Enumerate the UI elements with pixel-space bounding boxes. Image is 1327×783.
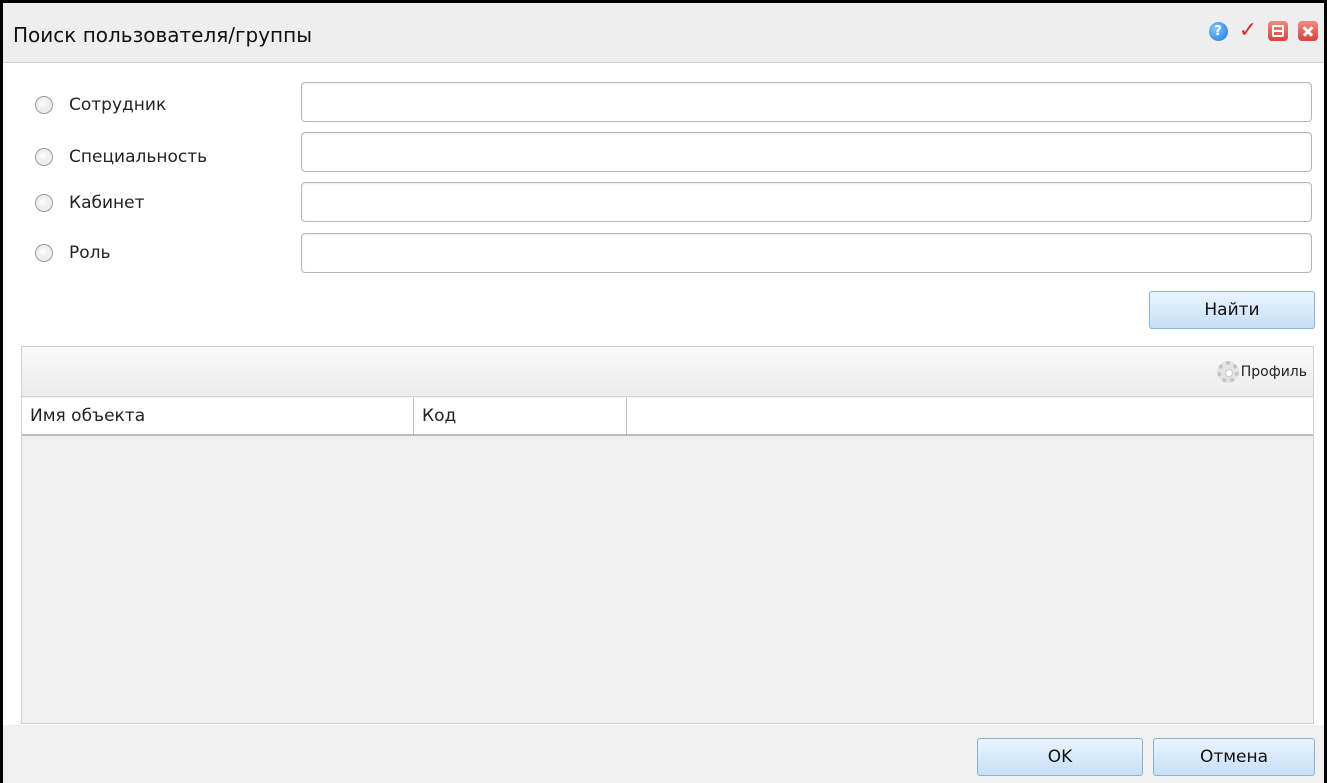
dialog-content: Сотрудник Специальность Кабинет Роль Най… <box>3 63 1324 783</box>
option-role[interactable]: Роль <box>35 243 111 263</box>
grid-header: Имя объекта Код <box>22 398 1313 436</box>
title-bar-controls: ? ✓ <box>1208 18 1318 43</box>
cabinet-label: Кабинет <box>69 193 145 213</box>
ok-button[interactable]: OK <box>977 738 1143 776</box>
grid-body[interactable] <box>22 438 1313 723</box>
apply-check-icon[interactable]: ✓ <box>1238 18 1258 43</box>
cabinet-radio[interactable] <box>35 194 53 212</box>
role-radio[interactable] <box>35 244 53 262</box>
option-employee[interactable]: Сотрудник <box>35 95 166 115</box>
specialty-radio[interactable] <box>35 148 53 166</box>
gear-icon <box>1216 361 1239 383</box>
employee-field[interactable] <box>301 82 1312 122</box>
minimize-icon[interactable] <box>1268 21 1288 41</box>
profile-label: Профиль <box>1240 364 1307 380</box>
cabinet-field[interactable] <box>301 182 1312 222</box>
dialog-footer: OK Отмена <box>3 725 1324 783</box>
option-cabinet[interactable]: Кабинет <box>35 193 145 213</box>
close-glyph <box>1298 21 1318 41</box>
close-icon[interactable] <box>1298 21 1318 41</box>
help-icon[interactable]: ? <box>1208 21 1228 41</box>
find-button[interactable]: Найти <box>1149 291 1315 329</box>
column-header-object-name[interactable]: Имя объекта <box>22 398 414 434</box>
cancel-button[interactable]: Отмена <box>1153 738 1315 776</box>
option-specialty[interactable]: Специальность <box>35 147 207 167</box>
role-label: Роль <box>69 243 111 263</box>
profile-button[interactable]: Профиль <box>1216 361 1307 383</box>
check-glyph: ✓ <box>1238 18 1258 43</box>
column-header-code[interactable]: Код <box>414 398 627 434</box>
minimize-glyph <box>1268 21 1288 41</box>
role-field[interactable] <box>301 233 1312 273</box>
employee-radio[interactable] <box>35 96 53 114</box>
dialog-title: Поиск пользователя/группы <box>13 23 312 47</box>
employee-label: Сотрудник <box>69 95 167 115</box>
user-group-search-dialog: Поиск пользователя/группы ? ✓ Сотрудник <box>0 0 1327 783</box>
title-bar: Поиск пользователя/группы ? ✓ <box>3 3 1324 63</box>
specialty-label: Специальность <box>69 147 208 167</box>
specialty-field[interactable] <box>301 132 1312 172</box>
results-grid: Профиль Имя объекта Код <box>21 346 1314 724</box>
grid-toolbar: Профиль <box>22 347 1313 397</box>
column-header-filler <box>627 398 1313 434</box>
help-glyph: ? <box>1208 21 1228 41</box>
